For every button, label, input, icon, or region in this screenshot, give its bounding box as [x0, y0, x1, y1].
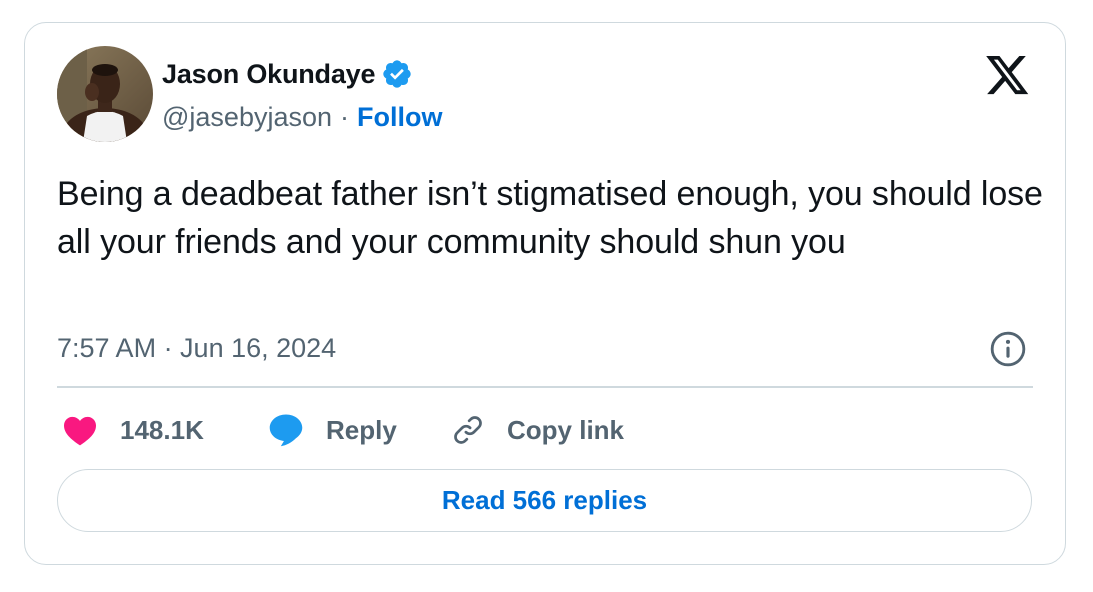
- tweet-timestamp[interactable]: 7:57 AM · Jun 16, 2024: [57, 330, 336, 366]
- like-button[interactable]: 148.1K: [62, 410, 204, 450]
- author-name[interactable]: Jason Okundaye: [162, 59, 375, 90]
- reply-label: Reply: [326, 414, 397, 445]
- read-replies-button[interactable]: Read 566 replies: [57, 469, 1032, 532]
- divider: [57, 386, 1033, 388]
- handle-row: @jasebyjason · Follow: [162, 99, 443, 135]
- separator-dot: ·: [340, 101, 350, 132]
- copy-link-label: Copy link: [507, 414, 625, 445]
- copy-link-button[interactable]: Copy link: [451, 410, 624, 450]
- heart-icon: [64, 416, 96, 446]
- link-icon: [454, 416, 482, 444]
- read-replies-label: Read 566 replies: [441, 485, 648, 515]
- author-handle[interactable]: @jasebyjason: [162, 102, 332, 133]
- follow-link[interactable]: Follow: [357, 102, 442, 133]
- like-count: 148.1K: [120, 414, 204, 445]
- x-logo-icon[interactable]: [986, 56, 1030, 96]
- avatar[interactable]: [57, 46, 153, 142]
- avatar-image: [57, 46, 153, 142]
- speech-bubble-icon: [269, 414, 303, 447]
- verified-badge-icon: [381, 58, 413, 90]
- info-icon[interactable]: [989, 330, 1027, 368]
- author-name-row: Jason Okundaye: [162, 56, 413, 92]
- reply-button[interactable]: Reply: [268, 410, 397, 450]
- tweet-text: Being a deadbeat father isn’t stigmatise…: [57, 175, 1043, 261]
